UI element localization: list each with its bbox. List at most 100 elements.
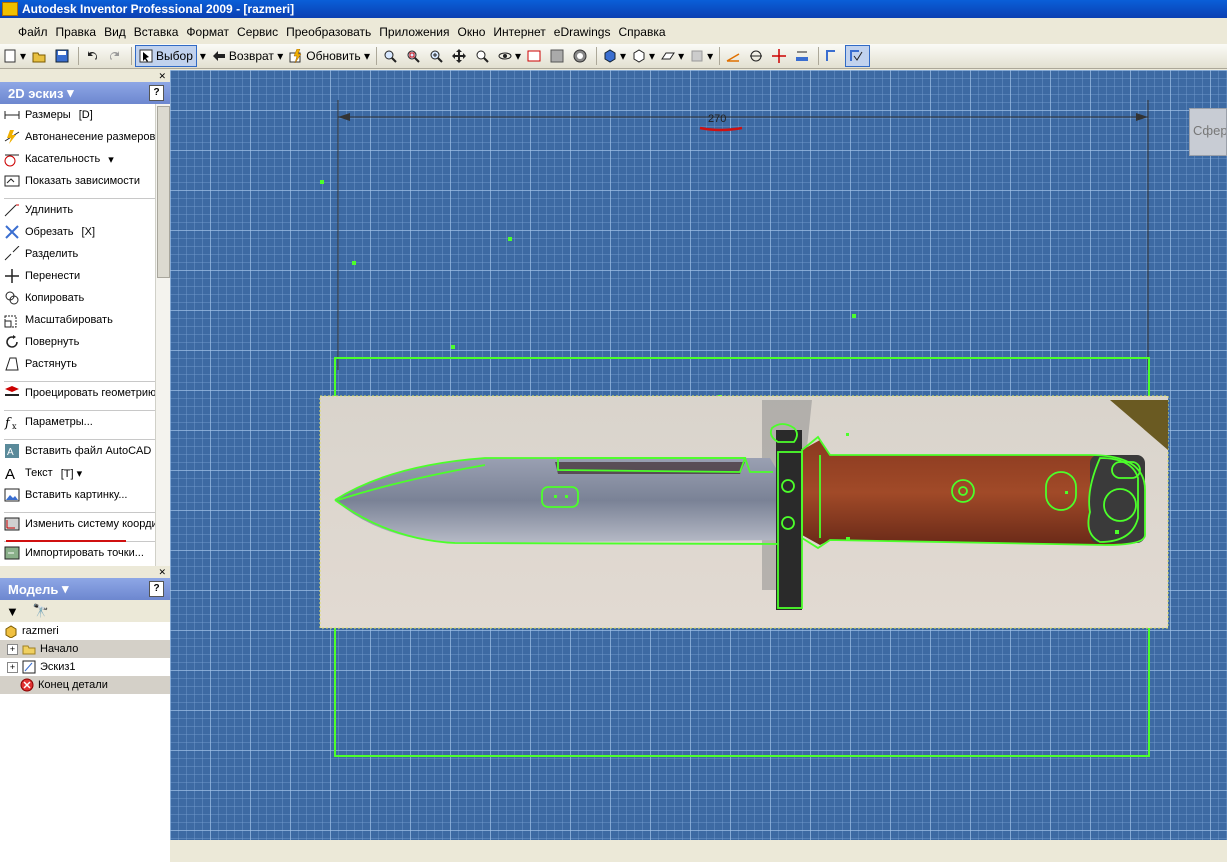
update-button[interactable]: Обновить ▾ bbox=[286, 46, 373, 66]
menu-bar: Файл Правка Вид Вставка Формат Сервис Преобраз… bbox=[0, 21, 1227, 43]
center-point-button[interactable] bbox=[769, 46, 792, 66]
menu-item-4[interactable]: Формат bbox=[182, 25, 233, 39]
command-import-points[interactable]: Импортировать точки... bbox=[0, 542, 170, 564]
command-show-constraints[interactable]: Показать зависимости bbox=[0, 170, 170, 192]
filter-icon[interactable]: ▼ bbox=[6, 604, 19, 619]
command-extend[interactable]: Удлинить bbox=[0, 199, 170, 221]
command-separator bbox=[4, 375, 156, 382]
open-button[interactable] bbox=[29, 46, 52, 66]
command-project-geometry[interactable]: Проецировать геометрию bbox=[0, 382, 170, 404]
toolbar-separator bbox=[818, 47, 820, 65]
command-autocad[interactable]: A Вставить файл AutoCAD bbox=[0, 440, 170, 462]
scrollbar[interactable] bbox=[155, 104, 170, 566]
help-icon[interactable]: ? bbox=[149, 581, 164, 597]
trim-icon bbox=[5, 225, 19, 239]
sketch-drawing[interactable]: 270 bbox=[170, 70, 1227, 840]
tree-node[interactable]: razmeri bbox=[0, 622, 170, 640]
menu-item-0[interactable]: Файл bbox=[0, 25, 52, 39]
expand-icon[interactable] bbox=[7, 681, 16, 690]
command-label: Параметры... bbox=[25, 416, 93, 428]
close-panel-icon[interactable]: ✕ bbox=[158, 71, 166, 82]
shadow-button[interactable] bbox=[570, 46, 593, 66]
pan-button[interactable] bbox=[449, 46, 472, 66]
parameters-icon: fx bbox=[4, 416, 17, 430]
command-separator bbox=[4, 506, 156, 513]
command-rotate[interactable]: Повернуть bbox=[0, 331, 170, 353]
undo-button[interactable] bbox=[82, 46, 105, 66]
command-move[interactable]: Перенести bbox=[0, 265, 170, 287]
command-label: Масштабировать bbox=[25, 314, 113, 326]
tree-node[interactable]: + Начало bbox=[0, 640, 170, 658]
red-underline-annotation bbox=[699, 126, 743, 132]
display-mode-button[interactable]: ▾ bbox=[629, 46, 658, 66]
constraint-button[interactable]: ▾ bbox=[687, 46, 716, 66]
window-title: Autodesk Inventor Professional 2009 - [r… bbox=[22, 2, 295, 16]
tree-node[interactable]: Конец детали bbox=[0, 676, 170, 694]
svg-text:A: A bbox=[5, 466, 15, 481]
return-button[interactable]: Возврат ▾ bbox=[209, 46, 286, 66]
command-dimension[interactable]: Размеры [D] bbox=[0, 104, 170, 126]
command-label: Перенести bbox=[25, 270, 81, 282]
tree-node-label: razmeri bbox=[22, 625, 59, 637]
command-parameters[interactable]: f x Параметры... bbox=[0, 411, 170, 433]
zoom-all-button[interactable] bbox=[380, 46, 403, 66]
end-of-part-icon bbox=[20, 678, 34, 692]
menu-item-3[interactable]: Вставка bbox=[130, 25, 183, 39]
save-button[interactable] bbox=[52, 46, 75, 66]
menu-item-6[interactable]: Преобразовать bbox=[282, 25, 375, 39]
command-auto-dimension[interactable]: Автонанесение размеров bbox=[0, 126, 170, 148]
command-trim[interactable]: Обрезать [X] bbox=[0, 221, 170, 243]
sketch-plane-button[interactable]: ▾ bbox=[658, 46, 687, 66]
coordinate-system-icon bbox=[4, 517, 20, 531]
command-text[interactable]: A Текст [T] ▾ bbox=[0, 462, 170, 484]
command-scale[interactable]: Масштабировать bbox=[0, 309, 170, 331]
select-button[interactable]: Выбор bbox=[135, 45, 197, 67]
tree-node[interactable]: + Эскиз1 bbox=[0, 658, 170, 676]
sketch-button[interactable] bbox=[822, 46, 845, 66]
command-label: Вставить файл AutoCAD bbox=[25, 445, 152, 457]
command-stretch[interactable]: Растянуть bbox=[0, 353, 170, 375]
select-dropdown[interactable]: ▾ bbox=[197, 46, 209, 66]
model-panel-header[interactable]: Модель ▾ ? bbox=[0, 578, 170, 600]
zoom-button[interactable] bbox=[426, 46, 449, 66]
menu-item-8[interactable]: Окно bbox=[454, 25, 490, 39]
command-copy[interactable]: Копировать bbox=[0, 287, 170, 309]
rotate-view-button[interactable]: ▾ bbox=[495, 46, 524, 66]
command-split[interactable]: Разделить bbox=[0, 243, 170, 265]
command-insert-image[interactable]: Вставить картинку... bbox=[0, 484, 170, 506]
tree-node-label: Конец детали bbox=[38, 679, 108, 691]
menu-item-7[interactable]: Приложения bbox=[375, 25, 453, 39]
expand-icon[interactable]: + bbox=[7, 661, 18, 673]
update-label: Обновить bbox=[306, 49, 361, 63]
menu-item-9[interactable]: Интернет bbox=[489, 25, 549, 39]
look-at-button[interactable] bbox=[524, 46, 547, 66]
sphere-view-button[interactable]: Сфере bbox=[1189, 108, 1227, 156]
menu-item-1[interactable]: Правка bbox=[52, 25, 101, 39]
command-tangent[interactable]: Касательность ▾ bbox=[0, 148, 170, 170]
menu-item-2[interactable]: Вид bbox=[100, 25, 130, 39]
zoom-selected-button[interactable] bbox=[472, 46, 495, 66]
sketch-canvas[interactable]: 270 Сфер bbox=[170, 70, 1227, 840]
command-coordinate-system[interactable]: Изменить систему координат bbox=[0, 513, 170, 535]
view-cube-button[interactable]: ▾ bbox=[600, 46, 629, 66]
axis-button[interactable] bbox=[723, 46, 746, 66]
red-underline-annotation bbox=[6, 540, 126, 542]
shaded-display-button[interactable] bbox=[547, 46, 570, 66]
close-panel-icon[interactable]: ✕ bbox=[158, 567, 166, 578]
menu-item-11[interactable]: Справка bbox=[614, 25, 669, 39]
sketch-panel-header[interactable]: 2D эскиз ▾ ? bbox=[0, 82, 170, 104]
find-icon[interactable]: 🔭 bbox=[33, 603, 49, 619]
finish-sketch-button[interactable] bbox=[845, 45, 871, 67]
redo-button[interactable] bbox=[105, 46, 128, 66]
new-button[interactable]: ▾ bbox=[0, 46, 29, 66]
expand-icon[interactable]: + bbox=[7, 643, 18, 655]
menu-item-10[interactable]: eDrawings bbox=[550, 25, 615, 39]
help-icon[interactable]: ? bbox=[149, 85, 164, 101]
text-icon: A bbox=[5, 466, 15, 481]
scrollbar-thumb[interactable] bbox=[157, 106, 170, 278]
command-label: Вставить картинку... bbox=[25, 489, 128, 501]
slice-button[interactable] bbox=[746, 46, 769, 66]
measure-button[interactable] bbox=[792, 46, 815, 66]
zoom-window-button[interactable] bbox=[403, 46, 426, 66]
menu-item-5[interactable]: Сервис bbox=[233, 25, 282, 39]
